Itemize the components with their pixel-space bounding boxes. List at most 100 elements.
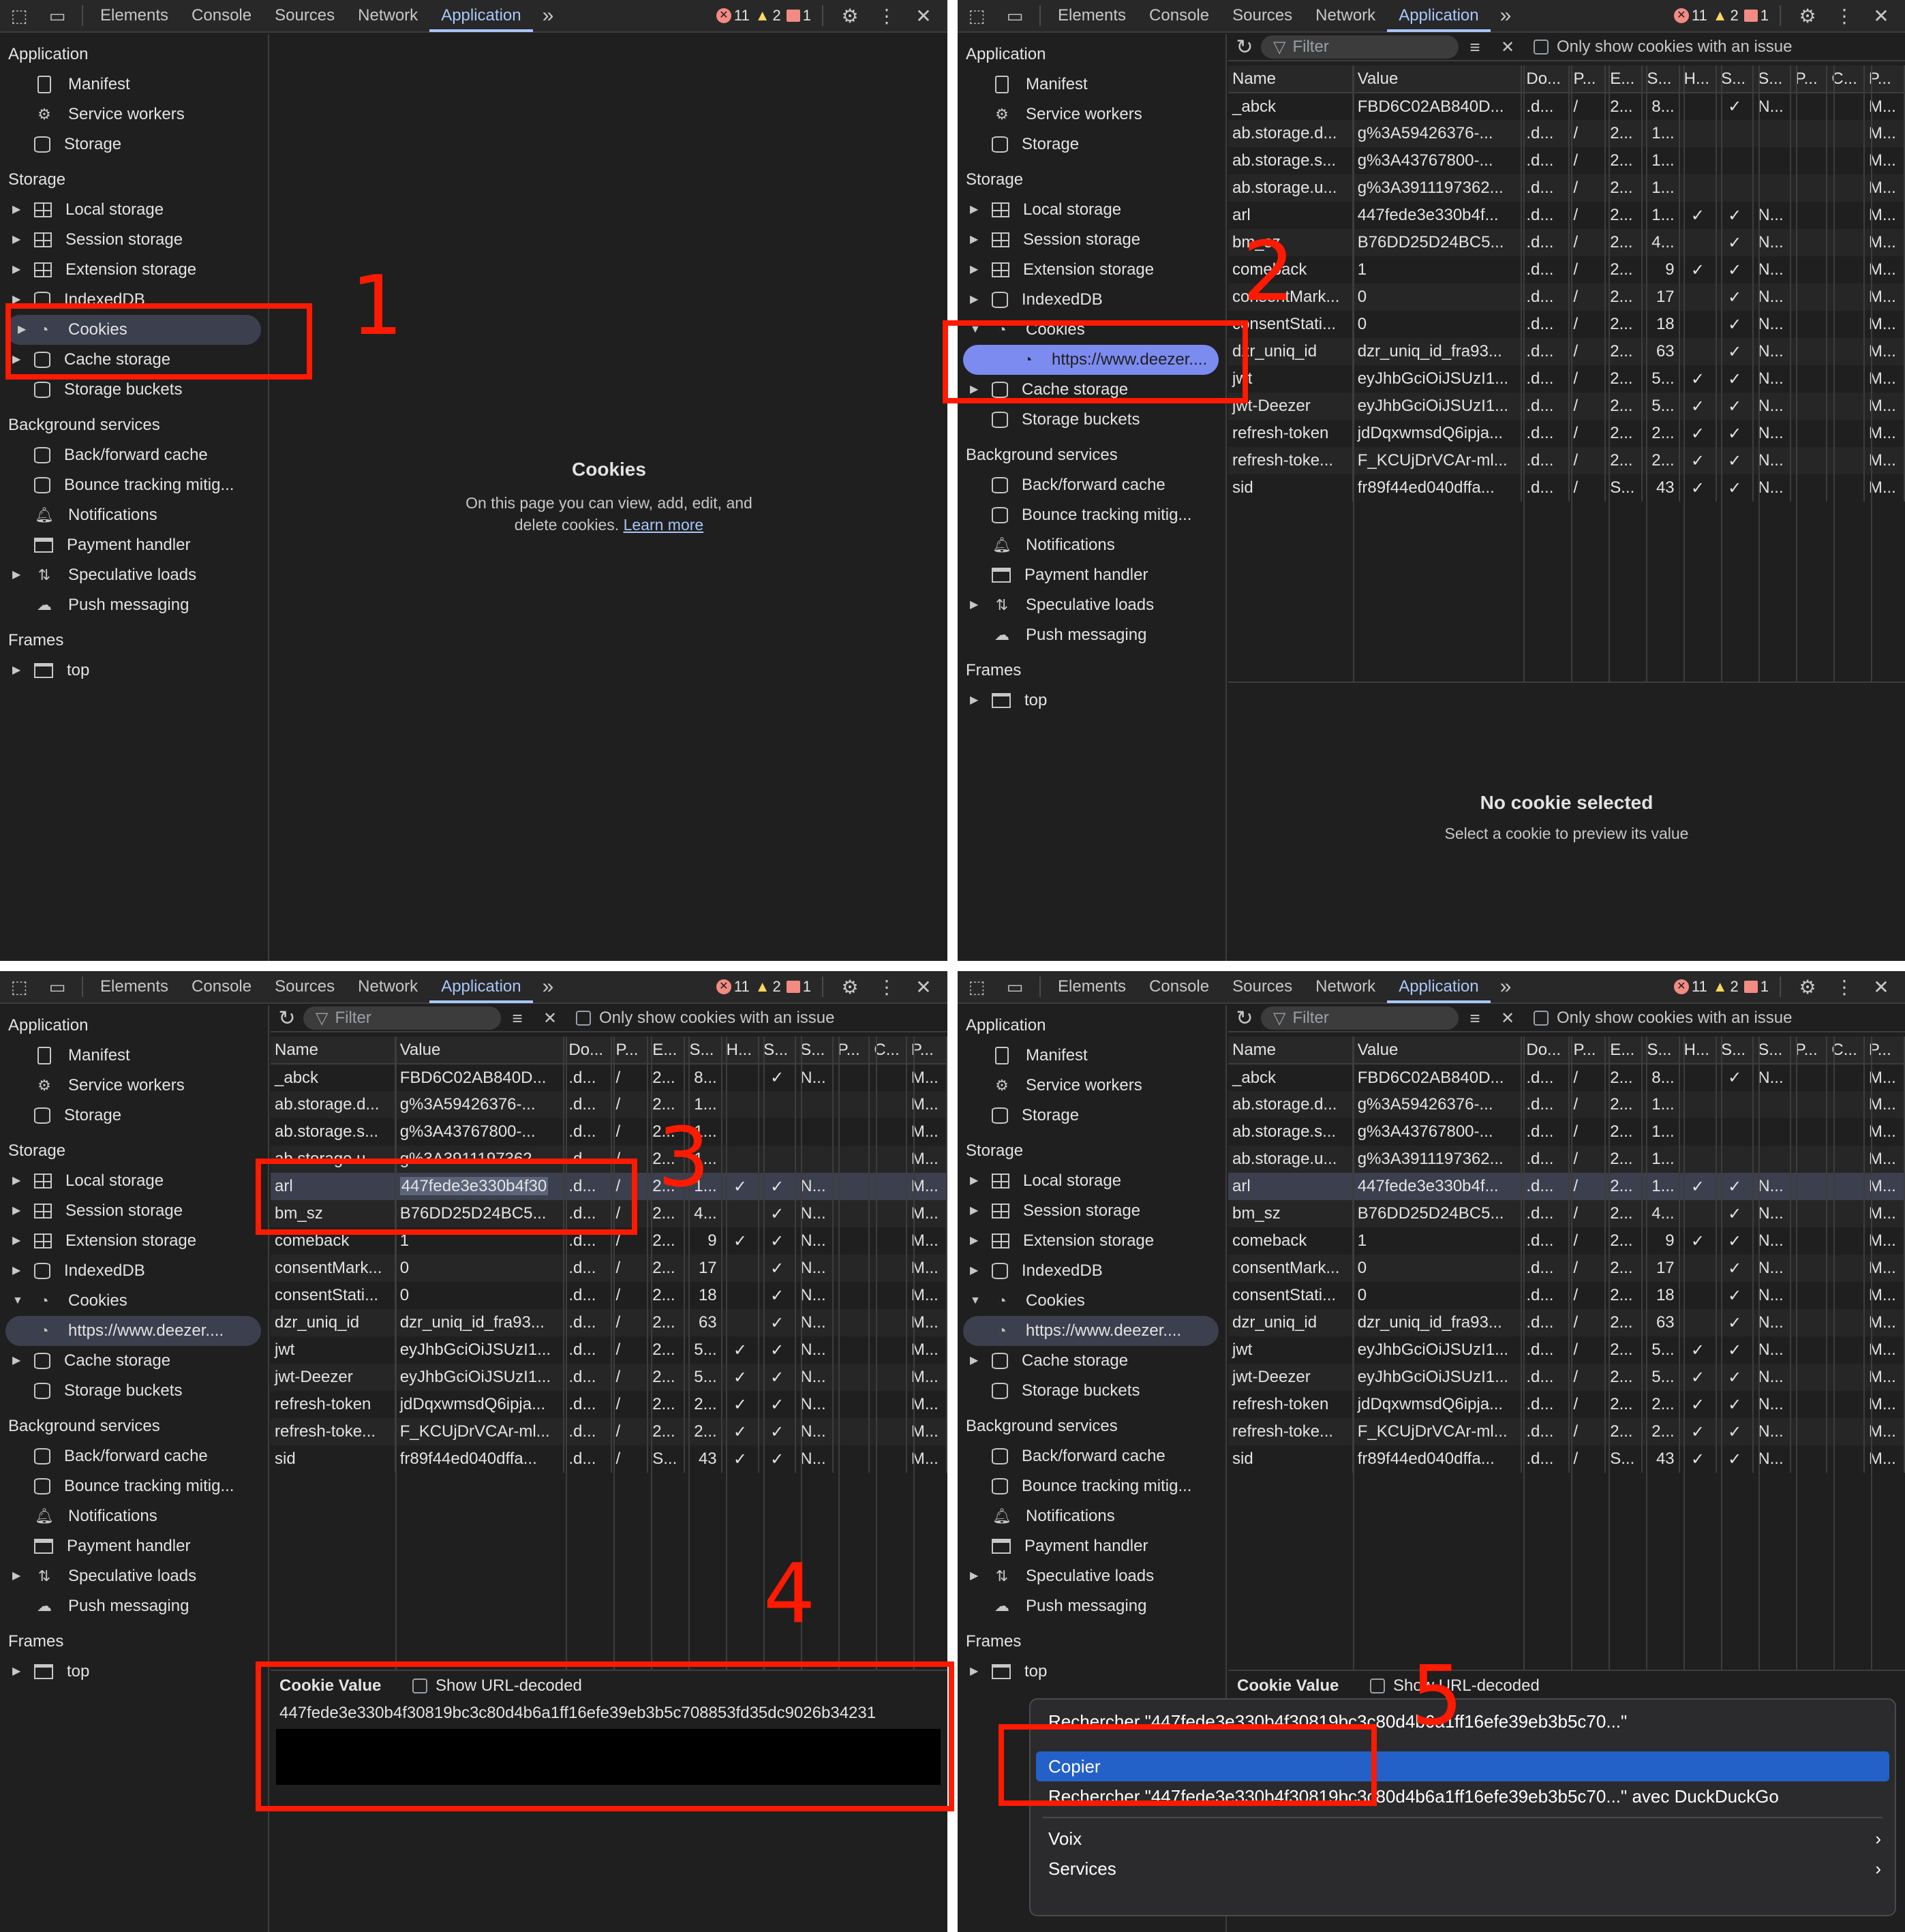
sidebar-item-manifest[interactable]: Manifest [0,1041,268,1071]
kebab-menu-icon[interactable]: ⋮ [1829,971,1860,1003]
sidebar-item-push[interactable]: ☁ Push messaging [958,620,1225,650]
tab-sources[interactable]: Sources [1221,971,1304,1003]
sidebar-item-extension-storage[interactable]: ▶ Extension storage [958,1226,1225,1256]
column-header[interactable]: E... [1605,65,1643,93]
expand-right-icon[interactable]: ▶ [12,1561,20,1591]
table-row[interactable]: refresh-toke... F_KCUjDrVCAr-ml... .d.../2… [1228,1418,1905,1445]
inspect-element-icon[interactable]: ⬚ [958,971,996,1003]
clear-filtered-icon[interactable]: ≡ [501,1008,534,1029]
sidebar-item-storage-item[interactable]: Storage [0,1101,268,1131]
close-icon[interactable]: ✕ [1865,0,1897,32]
expand-right-icon[interactable]: ▶ [12,1256,20,1286]
settings-gear-icon[interactable]: ⚙ [1792,0,1823,32]
kebab-menu-icon[interactable]: ⋮ [1829,0,1860,32]
table-row[interactable]: jwt-Deezer eyJhbGciOiJSUzI1... .d.../2... 5… [1228,1364,1905,1391]
sidebar-item-session-storage[interactable]: ▶ Session storage [958,1196,1225,1226]
sidebar-item-payment[interactable]: Payment handler [0,530,268,560]
column-header[interactable]: P... [1863,1037,1905,1064]
tab-application[interactable]: Application [1387,0,1491,32]
table-row[interactable]: comeback 1 .d.../2... 9 ✓ ✓ N... M... [1228,256,1905,283]
close-icon[interactable]: ✕ [908,971,939,1003]
sidebar-item-storage-item[interactable]: Storage [0,129,268,159]
sidebar-item-manifest[interactable]: Manifest [958,1041,1225,1071]
expand-right-icon[interactable]: ▶ [12,656,20,686]
tab-network[interactable]: Network [1304,971,1387,1003]
expand-right-icon[interactable]: ▶ [970,1166,978,1196]
expand-right-icon[interactable]: ▶ [970,1226,978,1256]
filter-input[interactable]: ▽ Filter [1261,1007,1459,1030]
expand-right-icon[interactable]: ▶ [12,1166,20,1196]
table-row[interactable]: refresh-token jdDqxwmsdQ6ipja... .d.../2..… [271,1391,947,1418]
sidebar-item-extension-storage[interactable]: ▶ Extension storage [0,1226,268,1256]
learn-more-link[interactable]: Learn more [624,516,704,534]
sidebar-item-session-storage[interactable]: ▶ Session storage [958,225,1225,255]
sidebar-item-speculative[interactable]: ▶ ⇅ Speculative loads [958,1561,1225,1591]
table-row[interactable]: consentStati... 0 .d.../2... 18 ✓ N... M... [1228,311,1905,338]
sidebar-item-notifications[interactable]: 🔔︎ Notifications [958,1501,1225,1531]
sidebar-item-payment[interactable]: Payment handler [958,1531,1225,1561]
table-row[interactable]: jwt eyJhbGciOiJSUzI1... .d.../2... 5... ✓ ✓ N.… [1228,1336,1905,1364]
kebab-menu-icon[interactable]: ⋮ [871,971,902,1003]
table-row[interactable]: jwt eyJhbGciOiJSUzI1... .d.../2... 5... ✓ ✓ N.… [271,1336,947,1364]
column-header[interactable]: C... [1827,1037,1865,1064]
warning-badge[interactable]: ▲ 2 [1713,7,1739,25]
sidebar-item-payment[interactable]: Payment handler [0,1531,268,1561]
table-row[interactable]: consentStati... 0 .d.../2... 18 ✓ N... M... [271,1282,947,1309]
column-header[interactable]: Name [271,1037,396,1064]
delete-selected-icon[interactable]: ✕ [1491,1009,1524,1028]
table-row[interactable]: refresh-token jdDqxwmsdQ6ipja... .d.../2..… [1228,1391,1905,1418]
table-row[interactable]: ab.storage.u... g%3A3911197362... .d.../2.… [1228,174,1905,202]
device-toolbar-icon[interactable]: ▭ [38,971,76,1003]
expand-right-icon[interactable]: ▶ [970,1346,978,1376]
sidebar-item-indexeddb[interactable]: ▶ IndexedDB [0,1256,268,1286]
filter-input[interactable]: ▽ Filter [1261,35,1459,59]
more-tabs-icon[interactable]: » [533,975,564,998]
table-row[interactable]: dzr_uniq_id dzr_uniq_id_fra93... .d.../2..… [1228,1309,1905,1336]
warning-badge[interactable]: ▲ 2 [1713,978,1739,996]
sidebar-item-service-workers[interactable]: ⚙ Service workers [0,1071,268,1101]
sidebar-item-extension-storage[interactable]: ▶ Extension storage [958,255,1225,285]
table-row[interactable]: arl 447fede3e330b4f... .d.../2... 1... ✓ ✓ N..… [1228,1173,1905,1200]
sidebar-item-cache-storage[interactable]: ▶ Cache storage [0,1346,268,1376]
sidebar-item-manifest[interactable]: Manifest [0,70,268,99]
sidebar-item-push[interactable]: ☁ Push messaging [0,590,268,620]
sidebar-item-local-storage[interactable]: ▶ Local storage [0,1166,268,1196]
tab-network[interactable]: Network [346,0,429,32]
tab-sources[interactable]: Sources [263,971,346,1003]
expand-right-icon[interactable]: ▶ [970,1196,978,1226]
column-header[interactable]: C... [1827,65,1865,93]
sidebar-item-storage-item[interactable]: Storage [958,129,1225,159]
inspect-element-icon[interactable]: ⬚ [958,0,996,32]
error-badge[interactable]: ✕ 11 [1673,978,1707,996]
column-header[interactable]: Do... [1521,1037,1570,1064]
warning-badge[interactable]: ▲ 2 [755,978,781,996]
table-row[interactable]: _abck FBD6C02AB840D... .d.../2... 8... ✓ N...… [271,1064,947,1091]
sidebar-item-service-workers[interactable]: ⚙ Service workers [0,99,268,129]
expand-right-icon[interactable]: ▶ [970,255,978,285]
column-header[interactable]: C... [869,1037,907,1064]
more-tabs-icon[interactable]: » [1491,4,1521,27]
table-row[interactable]: jwt-Deezer eyJhbGciOiJSUzI1... .d.../2... 5… [1228,393,1905,420]
sidebar-item-storage-buckets[interactable]: Storage buckets [0,1376,268,1406]
tab-console[interactable]: Console [1138,0,1221,32]
column-header[interactable]: E... [647,1037,686,1064]
tab-elements[interactable]: Elements [1046,0,1138,32]
refresh-icon[interactable]: ↻ [271,1007,303,1030]
tab-application[interactable]: Application [429,971,533,1003]
table-row[interactable]: _abck FBD6C02AB840D... .d.../2... 8... ✓ N...… [1228,93,1905,120]
sidebar-item-local-storage[interactable]: ▶ Local storage [958,195,1225,225]
sidebar-item-indexeddb[interactable]: ▶ IndexedDB [958,285,1225,315]
sidebar-item-storage-buckets[interactable]: Storage buckets [958,1376,1225,1406]
table-row[interactable]: ab.storage.d... g%3A59426376-... .d.../2..… [1228,120,1905,147]
error-badge[interactable]: ✕ 11 [716,978,750,996]
table-row[interactable]: ab.storage.s... g%3A43767800-... .d.../2..… [271,1118,947,1146]
table-row[interactable]: ab.storage.s... g%3A43767800-... .d.../2..… [1228,147,1905,174]
sidebar-item-bounce[interactable]: Bounce tracking mitig... [0,1471,268,1501]
expand-down-icon[interactable]: ▼ [970,1286,981,1316]
column-header[interactable]: P... [1568,65,1606,93]
column-header[interactable]: S... [1642,1037,1680,1064]
only-issue-checkbox[interactable] [576,1011,591,1026]
table-row[interactable]: ab.storage.u... g%3A3911197362... .d.../2.… [1228,1146,1905,1173]
more-tabs-icon[interactable]: » [533,4,564,27]
column-header[interactable]: Value [1352,1037,1523,1064]
